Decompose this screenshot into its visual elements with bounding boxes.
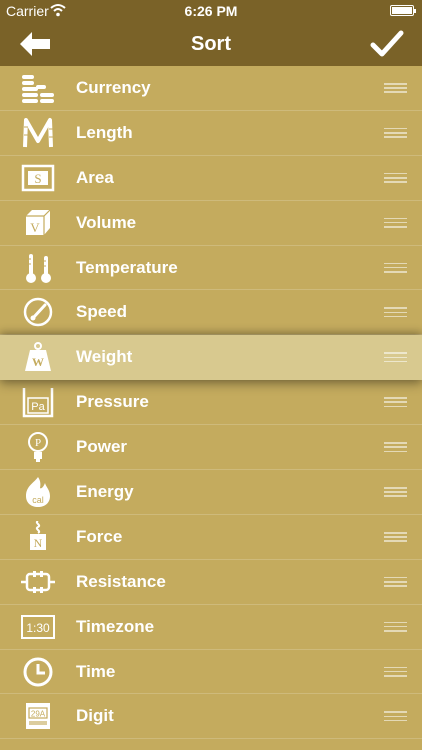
list-item-temperature[interactable]: Temperature — [0, 246, 422, 291]
list-item-label: Pressure — [76, 392, 149, 412]
list-item-label: Timezone — [76, 616, 155, 636]
reorder-handle-icon[interactable] — [384, 397, 407, 408]
list-item-speed[interactable]: Speed — [0, 290, 422, 336]
list-item-label: Force — [76, 526, 123, 546]
thermometer-icon — [26, 253, 51, 283]
svg-text:S: S — [34, 171, 41, 186]
reorder-handle-icon[interactable] — [384, 83, 407, 93]
battery-icon — [390, 5, 416, 16]
coins-icon — [22, 75, 54, 103]
list-item-label: Digit — [76, 706, 114, 726]
digit-card-icon: 29A — [26, 703, 50, 730]
list-item-digit[interactable]: 29A Digit — [0, 694, 422, 740]
spring-scale-icon: N — [30, 520, 46, 550]
lightbulb-icon: P — [28, 432, 48, 463]
list-item-label: Temperature — [76, 257, 178, 277]
svg-text:Pa: Pa — [31, 401, 45, 413]
list-item-weight[interactable]: W Weight — [0, 335, 422, 381]
digital-clock-icon: 1:30 — [21, 614, 55, 639]
svg-text:V: V — [30, 220, 40, 235]
reorder-handle-icon[interactable] — [384, 172, 407, 183]
list-item-resistance[interactable]: Resistance — [0, 560, 422, 605]
checkmark-icon[interactable] — [370, 28, 404, 60]
list-item-pressure[interactable]: Pa Pressure — [0, 380, 422, 426]
svg-text:P: P — [35, 437, 41, 449]
svg-text:29A: 29A — [31, 710, 46, 719]
area-icon: S — [21, 164, 55, 192]
reorder-handle-icon[interactable] — [384, 307, 407, 318]
flame-icon: cal — [26, 477, 50, 508]
reorder-handle-icon[interactable] — [384, 711, 407, 722]
status-time: 6:26 PM — [184, 3, 238, 19]
list-item-label: Energy — [76, 482, 134, 502]
list-item-label: Power — [76, 437, 128, 457]
resistor-icon — [21, 570, 55, 593]
list-item-label: Length — [76, 122, 133, 142]
list-item-label: Volume — [76, 212, 137, 232]
sort-list: Currency Length S Area V Volume Temperat… — [0, 66, 422, 740]
list-item-length[interactable]: Length — [0, 111, 422, 156]
reorder-handle-icon[interactable] — [384, 217, 407, 228]
status-bar: Carrier 6:26 PM — [0, 0, 422, 22]
reorder-handle-icon[interactable] — [384, 531, 407, 542]
reorder-handle-icon[interactable] — [384, 442, 407, 453]
navigation-bar: Sort — [0, 22, 422, 66]
folding-ruler-icon — [23, 117, 53, 147]
list-item-volume[interactable]: V Volume — [0, 201, 422, 246]
list-item-label: Resistance — [76, 571, 166, 591]
list-item-energy[interactable]: cal Energy — [0, 470, 422, 515]
reorder-handle-icon[interactable] — [384, 666, 407, 677]
list-item-currency[interactable]: Currency — [0, 66, 422, 111]
svg-text:1:30: 1:30 — [26, 621, 50, 635]
svg-text:cal: cal — [32, 495, 44, 505]
speedometer-icon — [23, 298, 53, 327]
weight-icon: W — [25, 342, 51, 372]
reorder-handle-icon[interactable] — [384, 487, 407, 497]
list-item-label: Currency — [76, 78, 151, 97]
reorder-handle-icon[interactable] — [384, 352, 407, 363]
clock-icon — [23, 657, 53, 687]
list-item-label: Speed — [76, 302, 128, 322]
svg-text:W: W — [32, 355, 44, 369]
reorder-handle-icon[interactable] — [384, 621, 407, 632]
svg-text:N: N — [34, 536, 43, 550]
reorder-handle-icon[interactable] — [384, 127, 407, 138]
reorder-handle-icon[interactable] — [384, 576, 407, 587]
list-item-label: Area — [76, 167, 114, 187]
list-item-timezone[interactable]: 1:30 Timezone — [0, 605, 422, 650]
list-item-area[interactable]: S Area — [0, 156, 422, 201]
list-item-label: Weight — [76, 347, 133, 367]
page-title: Sort — [191, 33, 231, 55]
reorder-handle-icon[interactable] — [384, 262, 407, 273]
list-item-label: Time — [76, 661, 116, 681]
pressure-gauge-icon: Pa — [22, 388, 54, 418]
cube-icon: V — [26, 209, 51, 235]
list-item-force[interactable]: N Force — [0, 515, 422, 560]
list-item-power[interactable]: P Power — [0, 425, 422, 471]
list-item-time[interactable]: Time — [0, 650, 422, 695]
top-bar: Carrier 6:26 PM Sort — [0, 0, 422, 66]
